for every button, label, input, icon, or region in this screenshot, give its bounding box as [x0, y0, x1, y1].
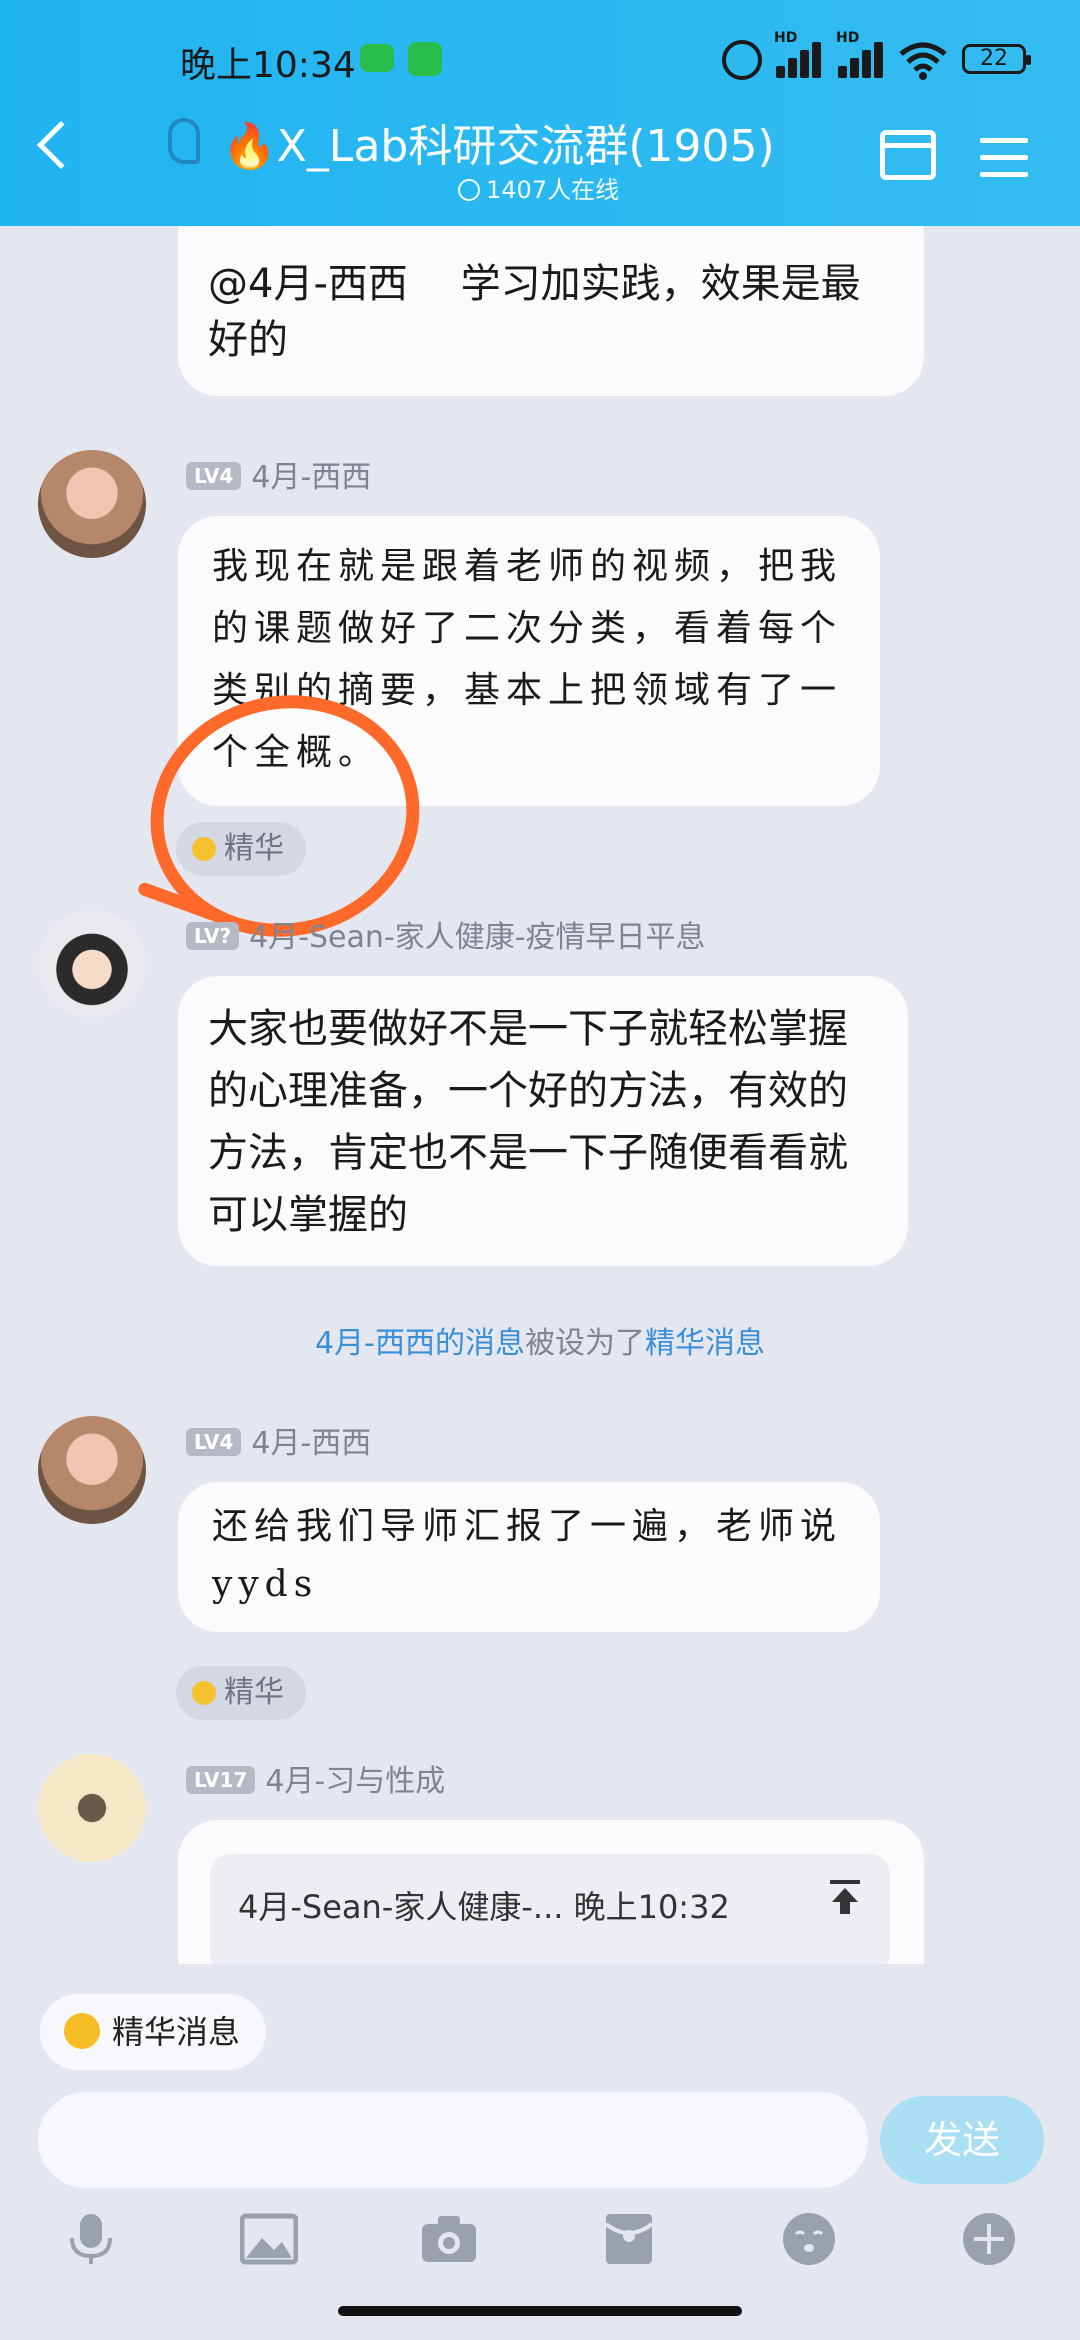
wechat-notification-icon: [360, 44, 394, 72]
send-button[interactable]: 发送: [880, 2096, 1044, 2184]
camera-icon[interactable]: [420, 2210, 478, 2268]
message-input[interactable]: [38, 2092, 868, 2188]
status-bar: 晚上10:34 HD HD 22: [0, 30, 1080, 90]
plus-icon[interactable]: [960, 2210, 1018, 2268]
sender-name[interactable]: 4月-西西: [251, 460, 371, 495]
avatar[interactable]: [38, 910, 146, 1018]
essence-drop-icon: [64, 2013, 100, 2049]
message-bubble[interactable]: 大家也要做好不是一下子就轻松掌握的心理准备，一个好的方法，有效的方法，肯定也不是…: [178, 976, 908, 1266]
sender-line: LV4 4月-西西: [186, 1418, 371, 1462]
level-badge: LV4: [186, 1428, 242, 1456]
back-arrow-icon[interactable]: [36, 120, 86, 170]
battery-indicator: 22: [962, 44, 1031, 74]
notice-link-message[interactable]: 4月-西西的消息: [315, 1326, 525, 1361]
status-time: 晚上10:34: [180, 45, 356, 86]
app-notification-icon: [408, 42, 442, 76]
menu-icon[interactable]: [980, 138, 1028, 189]
essence-tag-label: 精华: [224, 831, 284, 866]
message-text: 大家也要做好不是一下子就轻松掌握的心理准备，一个好的方法，有效的方法，肯定也不是…: [208, 1006, 848, 1238]
essence-tag[interactable]: 精华: [176, 822, 306, 876]
red-packet-icon[interactable]: [600, 2210, 658, 2268]
image-icon[interactable]: [240, 2210, 298, 2268]
essence-tag-label: 精华: [224, 1675, 284, 1710]
message-list[interactable]: @4月-西西 学习加实践，效果是最好的 LV4 4月-西西 我现在就是跟着老师的视…: [0, 226, 1080, 1964]
essence-messages-button[interactable]: 精华消息: [40, 1994, 267, 2070]
avatar[interactable]: [38, 1754, 146, 1862]
quoted-message[interactable]: 4月-Sean-家人健康-... 晚上10:32: [210, 1854, 890, 1964]
message-bubble[interactable]: 还给我们导师汇报了一遍，老师说yyds: [178, 1482, 880, 1632]
online-check-icon: [458, 179, 480, 201]
emoji-icon[interactable]: [780, 2210, 838, 2268]
chat-header: 晚上10:34 HD HD 22 🔥X_Lab科研交流群(1905) 1407人…: [0, 0, 1080, 226]
calendar-icon[interactable]: [880, 130, 936, 180]
notice-text: 被设为了: [524, 1326, 645, 1361]
level-badge: LV17: [186, 1766, 256, 1794]
message-bubble[interactable]: @4月-西西 学习加实践，效果是最好的: [178, 226, 924, 396]
sender-line: LV17 4月-习与性成: [186, 1756, 445, 1800]
alarm-icon: [722, 40, 762, 80]
essence-tag[interactable]: 精华: [176, 1666, 306, 1720]
sender-name[interactable]: 4月-习与性成: [265, 1764, 445, 1799]
wifi-icon: [899, 42, 947, 80]
signal-icon-2: [838, 38, 894, 78]
avatar[interactable]: [38, 450, 146, 558]
online-count-text: 1407人在线: [486, 176, 620, 204]
essence-chip-label: 精华消息: [112, 2013, 241, 2051]
message-text: 我现在就是跟着老师的视频，把我的课题做好了二次分类，看着每个类别的摘要，基本上把…: [212, 546, 843, 773]
jump-to-quote-icon[interactable]: [830, 1880, 860, 1916]
essence-icon: [192, 837, 216, 861]
sender-name[interactable]: 4月-Sean-家人健康-疫情早日平息: [249, 920, 705, 955]
signal-icon: [776, 38, 832, 78]
avatar[interactable]: [38, 1416, 146, 1524]
home-indicator[interactable]: [338, 2306, 742, 2316]
sender-line: LV4 4月-西西: [186, 452, 371, 496]
message-text: @4月-西西 学习加实践，效果是最好的: [208, 261, 861, 363]
mic-icon[interactable]: [62, 2210, 120, 2268]
message-text: 还给我们导师汇报了一遍，老师说yyds: [212, 1506, 843, 1605]
quote-header: 4月-Sean-家人健康-... 晚上10:32: [238, 1888, 730, 1926]
essence-icon: [192, 1681, 216, 1705]
level-badge: LV4: [186, 462, 242, 490]
notice-link-essence[interactable]: 精华消息: [645, 1326, 765, 1361]
sender-line: LV? 4月-Sean-家人健康-疫情早日平息: [186, 912, 706, 956]
level-badge: LV?: [186, 922, 240, 950]
sender-name[interactable]: 4月-西西: [251, 1426, 371, 1461]
group-title[interactable]: 🔥X_Lab科研交流群(1905): [222, 110, 775, 174]
system-notice: 4月-西西的消息被设为了精华消息: [0, 1318, 1080, 1362]
message-bubble[interactable]: 我现在就是跟着老师的视频，把我的课题做好了二次分类，看着每个类别的摘要，基本上把…: [178, 516, 880, 806]
online-count: 1407人在线: [458, 170, 619, 205]
earpiece-mode-icon[interactable]: [168, 118, 200, 164]
